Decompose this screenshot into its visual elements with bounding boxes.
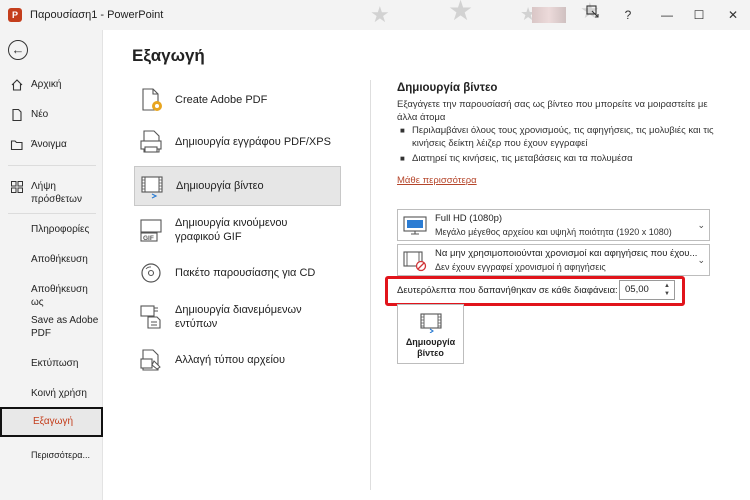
chevron-down-icon: ⌄ [697, 220, 705, 230]
nav-item-label: Περισσότερα... [31, 450, 91, 460]
nav-item-print[interactable]: Εκτύπωση [0, 357, 103, 370]
no-timings-icon [403, 251, 427, 272]
handouts-icon [140, 305, 161, 329]
highlight-annotation [385, 276, 685, 306]
new-document-icon [12, 108, 22, 122]
quality-title: Full HD (1080p) [435, 213, 503, 224]
nav-item-label: Άνοιγμα [31, 139, 67, 150]
cd-icon [141, 263, 161, 283]
maximize-button[interactable]: ☐ [684, 0, 714, 30]
gif-icon: GIF [140, 219, 162, 242]
export-option-package-cd[interactable]: Πακέτο παρουσίασης για CD [134, 253, 341, 293]
export-option-create-adobe-pdf[interactable]: Create Adobe PDF [134, 80, 341, 120]
create-video-icon [420, 313, 442, 333]
folder-open-icon [10, 140, 23, 151]
nav-item-get-addins[interactable]: Λήψη πρόσθετων [0, 180, 103, 206]
option-label: Create Adobe PDF [175, 94, 268, 106]
nav-item-label: Save as Adobe PDF [31, 315, 99, 339]
video-quality-dropdown[interactable]: Full HD (1080p) Μεγάλο μέγεθος αρχείου κ… [397, 209, 710, 241]
nav-item-label: Εκτύπωση [31, 358, 79, 369]
star-decoration-icon: ★ [370, 2, 390, 27]
title-bar-decoration: ★ ★ ★ ★ [360, 0, 610, 30]
panel-title: Δημιουργία βίντεο [397, 82, 498, 94]
panel-bullet: ■ Διατηρεί τις κινήσεις, τις μεταβάσεις … [400, 152, 720, 165]
nav-item-info[interactable]: Πληροφορίες [0, 223, 103, 236]
export-option-pdf-xps[interactable]: Δημιουργία εγγράφου PDF/XPS [134, 122, 341, 162]
learn-more-link[interactable]: Μάθε περισσότερα [397, 175, 477, 186]
help-button[interactable]: ? [613, 0, 643, 30]
bullet-text: Διατηρεί τις κινήσεις, τις μεταβάσεις κα… [412, 153, 633, 164]
export-option-create-video[interactable]: Δημιουργία βίντεο [134, 166, 341, 206]
nav-item-new[interactable]: Νέο [0, 108, 103, 122]
bullet-marker: ■ [400, 126, 405, 135]
account-avatar[interactable] [532, 7, 566, 23]
option-label: Δημιουργία εγγράφου PDF/XPS [175, 136, 331, 148]
export-option-handouts[interactable]: Δημιουργία διανεμόμενων εντύπων [134, 297, 341, 337]
option-label: Πακέτο παρουσίασης για CD [175, 267, 316, 279]
monitor-icon [403, 216, 427, 235]
nav-item-export[interactable]: Εξαγωγή [0, 407, 103, 437]
panel-description: Εξαγάγετε την παρουσίασή σας ως βίντεο π… [397, 99, 708, 123]
window-title: Παρουσίαση1 - PowerPoint [30, 9, 164, 21]
nav-item-label: Αρχική [31, 79, 62, 90]
timings-title: Να μην χρησιμοποιούνται χρονισμοί και αφ… [435, 248, 698, 259]
backstage-nav: ← Αρχική Νέο Άνοιγμα Λήψη πρόσθετων Πληρ… [0, 30, 103, 500]
powerpoint-app-icon: P [8, 8, 22, 22]
nav-divider [8, 165, 96, 166]
nav-item-label: Αποθήκευση ως [31, 284, 88, 308]
nav-item-open[interactable]: Άνοιγμα [0, 138, 103, 151]
video-slide-icon [141, 176, 163, 199]
export-option-change-file-type[interactable]: Αλλαγή τύπου αρχείου [134, 340, 341, 380]
quality-subtitle: Μεγάλο μέγεθος αρχείου και υψηλή ποιότητ… [435, 227, 672, 237]
nav-item-label: Αποθήκευση [31, 254, 88, 265]
panel-bullet: ■ Περιλαμβάνει όλους τους χρονισμούς, τι… [400, 124, 720, 150]
bullet-text: Περιλαμβάνει όλους τους χρονισμούς, τις … [412, 125, 714, 149]
home-icon [11, 79, 23, 91]
bullet-marker: ■ [400, 154, 405, 163]
option-label: Δημιουργία κινούμενου γραφικού GIF [175, 217, 288, 243]
export-page: Εξαγωγή Create Adobe PDF Δημιουργία εγγρ… [104, 30, 750, 500]
timings-subtitle: Δεν έχουν εγγραφεί χρονισμοί ή αφηγήσεις [435, 262, 606, 272]
nav-item-share[interactable]: Κοινή χρήση [0, 387, 103, 400]
nav-item-more[interactable]: Περισσότερα... [0, 449, 103, 462]
nav-item-label: Λήψη πρόσθετων [31, 181, 82, 205]
nav-item-save-as[interactable]: Αποθήκευση ως [0, 283, 103, 309]
option-label: Δημιουργία βίντεο [176, 180, 264, 192]
nav-item-home[interactable]: Αρχική [0, 78, 103, 91]
nav-item-label: Πληροφορίες [31, 224, 90, 235]
create-video-label: Δημιουργία βίντεο [405, 337, 456, 358]
gif-badge: GIF [143, 235, 154, 242]
nav-divider [8, 213, 96, 214]
pdf-xps-document-icon [140, 130, 162, 153]
coauthor-icon[interactable] [578, 0, 608, 30]
addins-grid-icon [11, 181, 23, 193]
chevron-down-icon: ⌄ [697, 255, 705, 265]
adobe-pdf-icon [142, 88, 162, 111]
nav-item-save-as-adobe-pdf[interactable]: Save as Adobe PDF [0, 314, 103, 340]
option-label: Αλλαγή τύπου αρχείου [175, 354, 286, 366]
panel-divider [370, 80, 371, 490]
create-video-button[interactable]: Δημιουργία βίντεο [397, 304, 464, 364]
page-title: Εξαγωγή [132, 46, 205, 65]
export-option-animated-gif[interactable]: GIF Δημιουργία κινούμενου γραφικού GIF [134, 210, 341, 250]
nav-item-save[interactable]: Αποθήκευση [0, 253, 103, 266]
nav-item-label: Κοινή χρήση [31, 388, 87, 399]
star-decoration-icon: ★ [448, 0, 474, 26]
change-file-type-icon [140, 349, 161, 371]
option-label: Δημιουργία διανεμόμενων εντύπων [175, 304, 302, 330]
title-bar: P Παρουσίαση1 - PowerPoint ★ ★ ★ ★ ? — ☐… [0, 0, 750, 30]
close-button[interactable]: ✕ [718, 0, 748, 30]
nav-item-label: Εξαγωγή [33, 416, 74, 427]
minimize-button[interactable]: — [652, 0, 682, 30]
timings-narrations-dropdown[interactable]: Να μην χρησιμοποιούνται χρονισμοί και αφ… [397, 244, 710, 276]
nav-item-label: Νέο [31, 109, 49, 120]
back-button[interactable]: ← [8, 40, 28, 60]
